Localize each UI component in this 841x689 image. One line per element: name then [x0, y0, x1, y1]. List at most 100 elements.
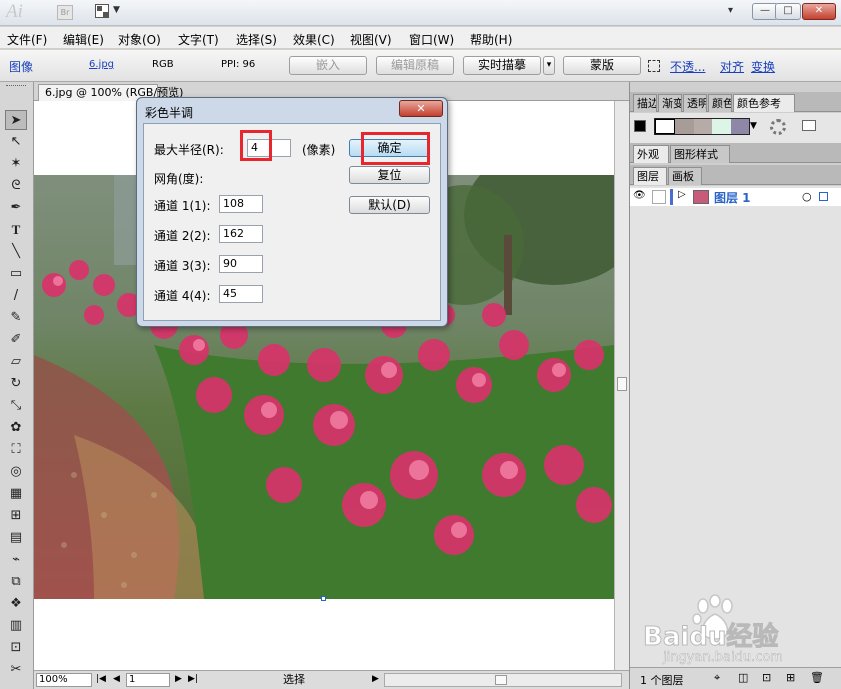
menu-edit[interactable]: 编辑(E) — [63, 31, 104, 48]
title-bar: Ai Br ▼ ▾ — □ ✕ — [0, 0, 841, 26]
menu-view[interactable]: 视图(V) — [350, 31, 392, 48]
layers-panel-tabs: 图层 画板 — [630, 165, 841, 185]
trace-options-dropdown[interactable]: ▾ — [543, 56, 555, 75]
tab-artboards[interactable]: 画板 — [668, 167, 702, 185]
ok-button-highlight-box — [361, 132, 430, 165]
edit-colors-icon[interactable] — [770, 119, 786, 135]
vertical-scrollbar[interactable] — [614, 101, 629, 670]
align-link[interactable]: 对齐 — [720, 58, 744, 75]
artboard-tool-icon[interactable]: ⊡ — [5, 638, 27, 658]
file-name-link[interactable]: 6.jpg — [89, 59, 114, 70]
zoom-field[interactable]: 100% — [36, 673, 92, 687]
opacity-link[interactable]: 不透... — [670, 58, 705, 75]
tab-color-guide[interactable]: 颜色参考 — [733, 94, 795, 112]
harmony-colors-strip[interactable] — [654, 118, 750, 135]
tab-color[interactable]: 颜色 — [708, 94, 732, 112]
color-guide-panel: ▼ — [630, 113, 841, 143]
shape-builder-tool-icon[interactable]: ◎ — [5, 462, 27, 482]
tab-layers[interactable]: 图层 — [633, 167, 667, 185]
eraser-tool-icon[interactable]: ▱ — [5, 352, 27, 372]
lasso-tool-icon[interactable]: ᘓ — [5, 176, 27, 196]
rotate-tool-icon[interactable]: ↻ — [5, 374, 27, 394]
perspective-grid-tool-icon[interactable]: ▦ — [5, 484, 27, 504]
rectangle-tool-icon[interactable]: ▭ — [5, 264, 27, 284]
selection-indicator[interactable] — [819, 192, 828, 201]
menu-help[interactable]: 帮助(H) — [470, 31, 512, 48]
tab-graphic-styles[interactable]: 图形样式 — [670, 145, 730, 163]
direct-selection-tool-icon[interactable]: ↖ — [5, 132, 27, 152]
line-tool-icon[interactable]: ╲ — [5, 242, 27, 262]
embed-button[interactable]: 嵌入 — [289, 56, 367, 75]
close-window-button[interactable]: ✕ — [802, 3, 836, 20]
edit-original-button[interactable]: 编辑原稿 — [376, 56, 454, 75]
warp-tool-icon[interactable]: ✿ — [5, 418, 27, 438]
prev-page-icon[interactable]: ◀ — [113, 674, 120, 684]
menu-object[interactable]: 对象(O) — [118, 31, 161, 48]
layer-row[interactable]: 👁 ▷ 图层 1 ○ — [630, 188, 841, 206]
status-menu-arrow-icon[interactable]: ▶ — [372, 674, 379, 684]
channel-1-input[interactable]: 108 — [219, 195, 263, 213]
mask-button[interactable]: 蒙版 — [563, 56, 641, 75]
reset-button[interactable]: 复位 — [349, 166, 430, 184]
layer-name[interactable]: 图层 1 — [714, 189, 751, 206]
next-page-icon[interactable]: ▶ — [175, 674, 182, 684]
visibility-eye-icon[interactable]: 👁 — [633, 190, 646, 201]
vertical-scrollbar-thumb[interactable] — [617, 377, 627, 391]
channel-4-input[interactable]: 45 — [219, 285, 263, 303]
transform-link[interactable]: 变换 — [751, 58, 775, 75]
menu-effect[interactable]: 效果(C) — [293, 31, 335, 48]
horizontal-scrollbar[interactable] — [384, 673, 622, 687]
toolbox-grip[interactable] — [6, 85, 26, 88]
pencil-tool-icon[interactable]: ✎ — [5, 308, 27, 328]
type-tool-icon[interactable]: T — [5, 220, 27, 240]
channel-2-input[interactable]: 162 — [219, 225, 263, 243]
magic-wand-tool-icon[interactable]: ✶ — [5, 154, 27, 174]
base-color-swatch[interactable] — [634, 120, 646, 132]
first-page-icon[interactable]: |◀ — [96, 674, 106, 684]
layer-expand-icon[interactable]: ▷ — [678, 189, 686, 200]
control-bar: 图像 6.jpg RGB PPI: 96 嵌入 编辑原稿 实时描摹 ▾ 蒙版 不… — [0, 50, 841, 82]
dialog-close-button[interactable]: ✕ — [399, 100, 443, 117]
tab-gradient[interactable]: 渐变 — [658, 94, 682, 112]
horizontal-scrollbar-thumb[interactable] — [495, 675, 507, 685]
menu-type[interactable]: 文字(T) — [178, 31, 219, 48]
tab-transparency[interactable]: 透明 — [683, 94, 707, 112]
current-tool-status[interactable]: 选择 — [206, 673, 382, 687]
lock-toggle[interactable] — [652, 190, 666, 204]
harmony-dropdown-icon[interactable]: ▼ — [750, 121, 757, 131]
slice-tool-icon[interactable]: ✂ — [5, 660, 27, 680]
mesh-tool-icon[interactable]: ⊞ — [5, 506, 27, 526]
arrange-documents-icon[interactable]: ▼ — [95, 4, 121, 21]
blob-brush-tool-icon[interactable]: ✐ — [5, 330, 27, 350]
last-page-icon[interactable]: ▶| — [188, 674, 198, 684]
default-button[interactable]: 默认(D) — [349, 196, 430, 214]
selection-handle-bottom[interactable] — [321, 596, 326, 601]
menu-window[interactable]: 窗口(W) — [409, 31, 454, 48]
page-field[interactable]: 1 — [126, 673, 170, 687]
blend-tool-icon[interactable]: ⧉ — [5, 572, 27, 592]
pen-tool-icon[interactable]: ✒ — [5, 198, 27, 218]
symbol-sprayer-tool-icon[interactable]: ❖ — [5, 594, 27, 614]
tab-stroke[interactable]: 描边 — [633, 94, 657, 112]
eyedropper-tool-icon[interactable]: ⌁ — [5, 550, 27, 570]
column-graph-tool-icon[interactable]: ▥ — [5, 616, 27, 636]
channel-3-input[interactable]: 90 — [219, 255, 263, 273]
maximize-button[interactable]: □ — [775, 3, 801, 20]
paintbrush-tool-icon[interactable]: / — [5, 286, 27, 306]
target-circle-icon[interactable]: ○ — [802, 190, 812, 203]
menu-file[interactable]: 文件(F) — [7, 31, 47, 48]
workspace-dropdown[interactable]: ▾ — [728, 5, 733, 16]
layer-color-bar — [670, 189, 673, 205]
gradient-tool-icon[interactable]: ▤ — [5, 528, 27, 548]
save-color-group-icon[interactable] — [802, 120, 816, 131]
live-trace-button[interactable]: 实时描摹 — [463, 56, 541, 75]
watermark-url: jingyan.baidu.com — [663, 650, 783, 666]
tab-appearance[interactable]: 外观 — [633, 145, 669, 163]
free-transform-tool-icon[interactable]: ⛶ — [5, 440, 27, 460]
menu-select[interactable]: 选择(S) — [236, 31, 277, 48]
max-radius-highlight-box — [240, 130, 272, 161]
selection-tool-icon[interactable]: ➤ — [5, 110, 27, 130]
select-similar-icon[interactable] — [648, 60, 660, 72]
scale-tool-icon[interactable]: ⤡ — [5, 396, 27, 416]
bridge-button[interactable]: Br — [57, 5, 73, 20]
